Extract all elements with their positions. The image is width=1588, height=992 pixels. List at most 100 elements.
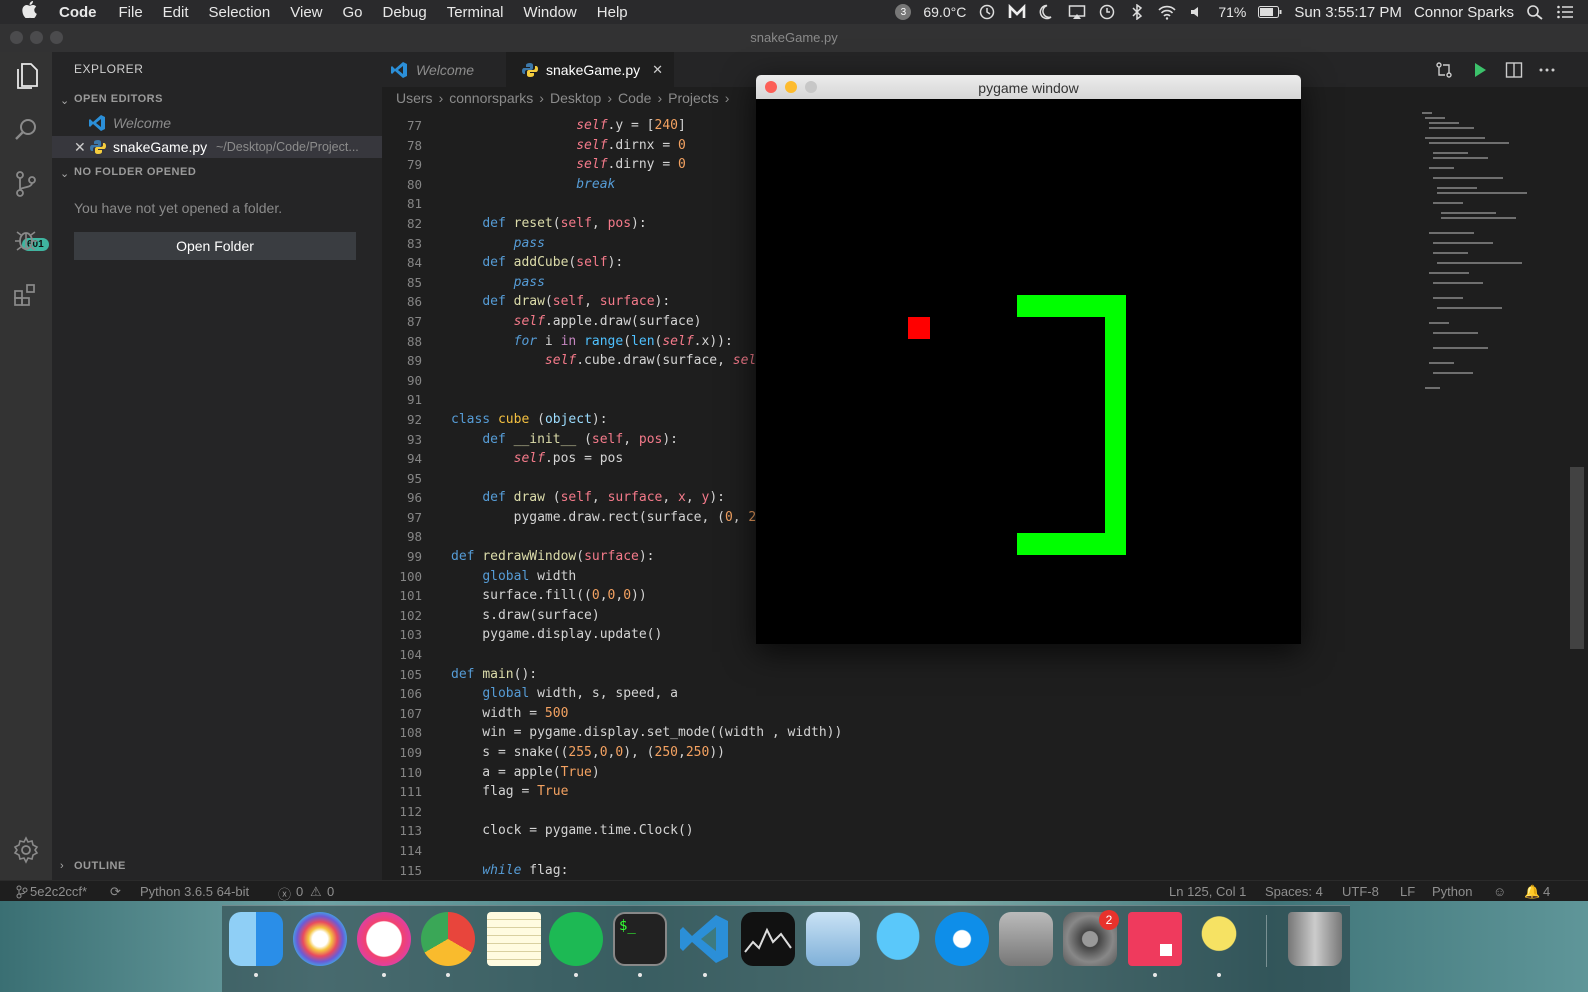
- volume-icon[interactable]: [1188, 4, 1206, 20]
- breadcrumb-item[interactable]: Projects: [668, 90, 719, 106]
- game-canvas[interactable]: [756, 99, 1301, 644]
- battery-icon[interactable]: [1258, 6, 1282, 18]
- chevron-down-icon[interactable]: ⌄: [60, 167, 69, 180]
- no-folder-header[interactable]: NO FOLDER OPENED: [74, 166, 196, 178]
- python-interpreter[interactable]: Python 3.6.5 64-bit: [140, 884, 249, 899]
- menu-selection[interactable]: Selection: [199, 4, 281, 21]
- menu-file[interactable]: File: [109, 4, 153, 21]
- time-machine-icon[interactable]: [1098, 4, 1116, 20]
- tab-welcome[interactable]: Welcome: [382, 52, 506, 87]
- disk-utility-icon[interactable]: [999, 912, 1053, 966]
- bluetooth-icon[interactable]: [1128, 4, 1146, 20]
- language-mode[interactable]: Python: [1432, 884, 1472, 899]
- extensions-icon[interactable]: [10, 278, 42, 310]
- run-icon[interactable]: [1472, 61, 1488, 79]
- temperature-readout[interactable]: 69.0°C: [923, 4, 966, 20]
- cyberduck-icon[interactable]: [1192, 912, 1246, 966]
- menu-go[interactable]: Go: [333, 4, 373, 21]
- notification-count[interactable]: 4: [1543, 884, 1550, 899]
- menu-terminal[interactable]: Terminal: [437, 4, 514, 21]
- settings-gear-icon[interactable]: [10, 834, 42, 866]
- debug-icon[interactable]: [10, 224, 42, 256]
- explorer-icon[interactable]: [10, 60, 42, 92]
- source-control-icon[interactable]: [10, 168, 42, 200]
- line-number: 83: [406, 235, 422, 251]
- status-badge-icon[interactable]: 3: [895, 4, 912, 20]
- moon-icon[interactable]: [1038, 4, 1056, 20]
- stocks-icon[interactable]: [741, 912, 795, 966]
- cursor-position[interactable]: Ln 125, Col 1: [1169, 884, 1246, 899]
- compare-changes-icon[interactable]: [1435, 61, 1453, 79]
- wifi-icon[interactable]: [1158, 4, 1176, 20]
- pygame-dock-icon[interactable]: [1128, 912, 1182, 966]
- terminal-icon[interactable]: $_: [613, 912, 667, 966]
- menu-edit[interactable]: Edit: [153, 4, 199, 21]
- running-indicator: [1217, 973, 1221, 977]
- code-line: 111 flag = True: [382, 782, 1422, 802]
- end-of-line[interactable]: LF: [1400, 884, 1415, 899]
- teamviewer-icon[interactable]: [935, 912, 989, 966]
- menu-window[interactable]: Window: [513, 4, 586, 21]
- breadcrumb-item[interactable]: Users: [396, 90, 433, 106]
- tab-label: Welcome: [416, 61, 475, 78]
- indentation[interactable]: Spaces: 4: [1265, 884, 1323, 899]
- bell-icon[interactable]: 🔔: [1524, 884, 1540, 900]
- vscode-dock-icon[interactable]: [677, 912, 731, 966]
- finder-icon[interactable]: [229, 912, 283, 966]
- app-menu[interactable]: Code: [49, 4, 109, 21]
- messages-icon[interactable]: [871, 912, 925, 966]
- close-icon[interactable]: ✕: [74, 139, 86, 156]
- mail-m-icon[interactable]: [1008, 4, 1026, 20]
- status-bar: 5e2c2ccf* ⟳ Python 3.6.5 64-bit ⓧ 0 ⚠ 0 …: [0, 880, 1588, 902]
- battery-percent[interactable]: 71%: [1218, 4, 1246, 20]
- sync-icon[interactable]: ⟳: [110, 884, 121, 900]
- notes-icon[interactable]: [487, 912, 541, 966]
- chrome-icon[interactable]: [421, 912, 475, 966]
- more-actions-icon[interactable]: [1539, 68, 1555, 72]
- menu-view[interactable]: View: [280, 4, 332, 21]
- search-icon[interactable]: [10, 114, 42, 146]
- photos-icon[interactable]: [293, 912, 347, 966]
- open-editor-snakegame[interactable]: ✕ snakeGame.py ~/Desktop/Code/Project...: [52, 136, 382, 158]
- outline-header[interactable]: OUTLINE: [74, 860, 126, 872]
- notification-center-icon[interactable]: [1556, 4, 1574, 20]
- close-tab-icon[interactable]: ✕: [652, 62, 663, 78]
- chevron-down-icon[interactable]: ⌄: [60, 94, 69, 107]
- code-line: 107 width = 500: [382, 704, 1422, 724]
- breadcrumb-item[interactable]: connorsparks: [449, 90, 533, 106]
- breadcrumb-item[interactable]: Desktop: [550, 90, 601, 106]
- line-number: 101: [399, 588, 422, 604]
- line-number: 104: [399, 647, 422, 663]
- apple-icon[interactable]: [0, 1, 49, 23]
- scrollbar-thumb[interactable]: [1570, 467, 1584, 649]
- line-number: 102: [399, 607, 422, 623]
- error-count[interactable]: 0: [296, 884, 303, 899]
- open-folder-button[interactable]: Open Folder: [74, 232, 356, 260]
- menu-help[interactable]: Help: [587, 4, 638, 21]
- spotlight-search-icon[interactable]: [1526, 4, 1544, 20]
- spotify-icon[interactable]: [549, 912, 603, 966]
- breadcrumb-item[interactable]: Code: [618, 90, 651, 106]
- git-branch[interactable]: 5e2c2ccf*: [30, 884, 87, 899]
- itunes-icon[interactable]: [357, 912, 411, 966]
- feedback-smiley-icon[interactable]: ☺: [1493, 884, 1506, 899]
- chevron-right-icon[interactable]: ›: [60, 860, 64, 872]
- minimap[interactable]: [1417, 107, 1567, 407]
- timer-icon[interactable]: [978, 4, 996, 20]
- warning-count[interactable]: 0: [327, 884, 334, 899]
- user-name[interactable]: Connor Sparks: [1414, 4, 1514, 21]
- mail-icon[interactable]: [806, 912, 860, 966]
- open-editors-header[interactable]: OPEN EDITORS: [74, 93, 163, 105]
- encoding[interactable]: UTF-8: [1342, 884, 1379, 899]
- line-number: 103: [399, 627, 422, 643]
- tab-snakegame[interactable]: snakeGame.py ✕: [506, 52, 674, 87]
- split-editor-icon[interactable]: [1505, 61, 1523, 79]
- clock[interactable]: Sun 3:55:17 PM: [1294, 4, 1402, 21]
- warning-icon[interactable]: ⚠: [310, 884, 322, 900]
- open-editor-welcome[interactable]: Welcome: [52, 112, 382, 134]
- line-number: 82: [406, 215, 422, 231]
- trash-icon[interactable]: [1288, 912, 1342, 966]
- menu-debug[interactable]: Debug: [373, 4, 437, 21]
- airplay-icon[interactable]: [1068, 4, 1086, 20]
- line-number: 80: [406, 176, 422, 192]
